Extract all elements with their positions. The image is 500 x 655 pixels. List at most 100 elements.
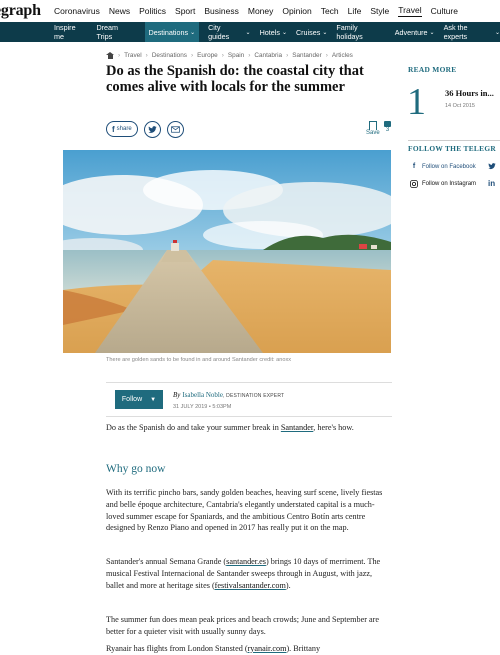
breadcrumb-separator: ›	[248, 52, 251, 59]
article-headline: Do as the Spanish do: the coastal city t…	[106, 63, 364, 95]
read-more-item-date: 14 Oct 2015	[445, 103, 475, 109]
santander-link[interactable]: Santander	[281, 423, 313, 432]
top-nav-coronavirus[interactable]: Coronavirus	[54, 6, 100, 16]
sub-nav-dream-trips[interactable]: Dream Trips	[96, 22, 135, 42]
chevron-down-icon: ▼	[150, 396, 157, 403]
chevron-down-icon: ⌄	[429, 29, 435, 36]
article-intro: Do as the Spanish do and take your summe…	[106, 422, 391, 434]
facebook-icon: f	[112, 124, 115, 134]
facebook-label: Follow on Facebook	[422, 163, 476, 170]
follow-author-button[interactable]: Follow ▼	[115, 390, 163, 409]
bookmark-icon	[368, 121, 377, 130]
follow-facebook-link[interactable]: f Follow on Facebook	[410, 163, 496, 170]
breadcrumb-destinations[interactable]: Destinations	[152, 52, 187, 59]
sub-nav-label: Hotels	[259, 27, 280, 37]
sub-nav-label: Dream Trips	[96, 23, 119, 41]
divider	[106, 382, 392, 383]
comment-count: 3	[385, 127, 390, 133]
linkedin-icon[interactable]: in	[488, 179, 495, 188]
breadcrumb-articles[interactable]: Articles	[332, 52, 353, 59]
divider	[408, 140, 500, 141]
read-more-heading: READ MORE	[408, 65, 457, 74]
sub-nav-destinations[interactable]: Destinations ⌄	[144, 22, 200, 42]
top-nav-life[interactable]: Life	[348, 6, 362, 16]
festival-link[interactable]: festivalsantander.com	[215, 581, 286, 590]
paragraph-text: ). Brittany	[286, 644, 321, 653]
sub-nav-city-guides[interactable]: City guides ⌄	[208, 22, 250, 42]
sub-nav-hotels[interactable]: Hotels ⌄	[260, 22, 287, 42]
top-bar: egraph Coronavirus News Politics Sport Busin…	[0, 0, 500, 23]
breadcrumb-santander[interactable]: Santander	[292, 52, 322, 59]
chevron-down-icon: ⌄	[322, 29, 328, 36]
email-icon	[170, 126, 180, 133]
chevron-down-icon: ⌄	[281, 29, 287, 36]
divider	[106, 416, 392, 417]
author-role: DESTINATION EXPERT	[226, 393, 285, 399]
breadcrumb-europe[interactable]: Europe	[197, 52, 218, 59]
sub-nav-inspire-me[interactable]: Inspire me	[54, 22, 87, 42]
breadcrumb-spain[interactable]: Spain	[228, 52, 244, 59]
email-share-button[interactable]	[166, 121, 184, 138]
top-nav-politics[interactable]: Politics	[139, 6, 166, 16]
top-nav-business[interactable]: Business	[204, 6, 239, 16]
chevron-down-icon: ⌄	[245, 29, 251, 36]
facebook-share-button[interactable]: f share	[106, 121, 138, 137]
breadcrumb-cantabria[interactable]: Cantabria	[254, 52, 282, 59]
intro-text: Do as the Spanish do and take your summe…	[106, 423, 281, 432]
facebook-icon: f	[412, 163, 416, 170]
sub-nav-label: Adventure	[394, 27, 428, 37]
breadcrumb-separator: ›	[118, 52, 121, 59]
breadcrumb: › Travel › Destinations › Europe › Spain › Cantab…	[106, 52, 353, 59]
follow-heading: FOLLOW THE TELEGR	[408, 144, 497, 153]
read-more-number: 1	[407, 81, 426, 123]
sub-nav-label: Ask the experts	[443, 23, 468, 41]
twitter-icon	[488, 163, 496, 170]
follow-label: Follow	[121, 396, 143, 403]
chevron-down-icon: ⌄	[190, 29, 196, 36]
paragraph-text: Ryanair has flights from London Stansted…	[106, 644, 248, 653]
sub-nav-ask-the-experts[interactable]: Ask the experts ⌄	[444, 22, 500, 42]
top-nav: Coronavirus News Politics Sport Business Mone…	[54, 0, 458, 22]
travel-sub-nav-bar: Inspire me Dream Trips Destinations ⌄ City g…	[0, 22, 500, 42]
top-nav-news[interactable]: News	[109, 6, 130, 16]
author-name-link[interactable]: Isabella Noble	[182, 391, 223, 399]
breadcrumb-travel[interactable]: Travel	[124, 52, 142, 59]
sub-nav-family-holidays[interactable]: Family holidays	[336, 22, 385, 42]
sub-nav-label: Cruises	[295, 27, 321, 37]
sub-nav-label: Destinations	[148, 27, 189, 37]
top-nav-culture[interactable]: Culture	[431, 6, 458, 16]
byline-by: By	[173, 391, 181, 399]
chevron-down-icon: ⌄	[494, 29, 500, 36]
top-nav-style[interactable]: Style	[370, 6, 389, 16]
follow-instagram-link[interactable]: Follow on Instagram in	[410, 179, 495, 188]
breadcrumb-separator: ›	[221, 52, 224, 59]
home-icon[interactable]	[106, 52, 114, 59]
read-more-item-link[interactable]: 36 Hours in...	[445, 88, 494, 98]
save-label: Save	[366, 130, 380, 136]
top-nav-sport[interactable]: Sport	[175, 6, 195, 16]
instagram-label: Follow on Instagram	[422, 180, 477, 187]
top-nav-opinion[interactable]: Opinion	[282, 6, 311, 16]
article-paragraph: The summer fun does mean peak prices and…	[106, 615, 380, 636]
instagram-icon	[410, 179, 418, 188]
top-nav-travel[interactable]: Travel	[398, 5, 422, 17]
share-bar: f share	[106, 121, 184, 138]
sub-nav-adventure[interactable]: Adventure ⌄	[395, 22, 435, 42]
santander-es-link[interactable]: santander.es	[226, 557, 266, 566]
top-nav-money[interactable]: Money	[248, 6, 274, 16]
sub-nav-label: Family holidays	[336, 23, 363, 41]
twitter-icon	[148, 125, 157, 133]
save-button[interactable]: Save	[366, 121, 380, 136]
comments-button[interactable]: 3	[384, 121, 391, 133]
breadcrumb-separator: ›	[145, 52, 148, 59]
top-nav-tech[interactable]: Tech	[321, 6, 339, 16]
sub-nav-label: City guides	[208, 23, 230, 41]
sub-nav-cruises[interactable]: Cruises ⌄	[296, 22, 327, 42]
twitter-share-button[interactable]	[143, 121, 161, 138]
site-logo[interactable]: egraph	[0, 0, 41, 22]
breadcrumb-separator: ›	[286, 52, 289, 59]
article-paragraph: With its terrific pincho bars, sandy gol…	[106, 488, 383, 533]
ryanair-link[interactable]: ryanair.com	[248, 644, 287, 653]
article-paragraph: Ryanair has flights from London Stansted…	[106, 643, 391, 655]
travel-sub-nav: Inspire me Dream Trips Destinations ⌄ City g…	[54, 22, 500, 42]
